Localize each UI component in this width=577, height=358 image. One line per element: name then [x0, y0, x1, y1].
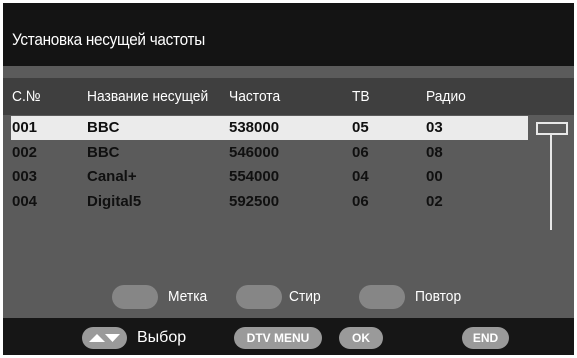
column-header-number: С.№ [12, 88, 41, 105]
dtv-menu-button[interactable]: DTV MENU [234, 327, 322, 349]
row-carrier-name: Digital5 [87, 193, 142, 210]
table-header: С.№ Название несущей Частота ТВ Радио [3, 78, 574, 115]
column-header-frequency: Частота [229, 88, 281, 105]
column-header-tv: ТВ [352, 88, 370, 105]
end-button[interactable]: END [462, 327, 509, 349]
carrier-setup-screen: Установка несущей частоты С.№ Название н… [3, 3, 574, 355]
delete-button-label: Стир [289, 288, 321, 305]
repeat-button-label: Повтор [415, 288, 462, 305]
up-down-arrows-icon [89, 334, 120, 342]
row-radio-count: 03 [426, 119, 443, 136]
row-carrier-name: BBC [87, 119, 120, 136]
select-label: Выбор [137, 329, 187, 346]
page-title: Установка несущей частоты [12, 30, 205, 49]
row-tv-count: 04 [352, 168, 369, 185]
row-tv-count: 06 [352, 193, 369, 210]
row-tv-count: 05 [352, 119, 369, 136]
mark-color-button[interactable] [112, 285, 158, 309]
carrier-table: С.№ Название несущей Частота ТВ Радио 00… [3, 66, 574, 318]
scrollbar-track[interactable] [550, 129, 552, 230]
row-frequency: 538000 [229, 119, 280, 136]
table-row[interactable]: 003 Canal+ 554000 04 00 [3, 165, 574, 189]
row-carrier-name: BBC [87, 144, 120, 161]
row-radio-count: 02 [426, 193, 443, 210]
row-radio-count: 00 [426, 168, 443, 185]
footer-bar: Выбор DTV MENU OK END [3, 318, 574, 355]
row-number: 002 [12, 144, 38, 161]
row-number: 003 [12, 168, 38, 185]
table-row[interactable]: 002 BBC 546000 06 08 [3, 141, 574, 165]
repeat-color-button[interactable] [359, 285, 405, 309]
title-bar: Установка несущей частоты [3, 3, 574, 66]
table-row-selected[interactable]: 001 BBC 538000 05 03 [11, 116, 528, 140]
row-number: 004 [12, 193, 38, 210]
mark-button-label: Метка [168, 288, 208, 305]
scrollbar-thumb[interactable] [536, 122, 568, 135]
row-frequency: 554000 [229, 168, 280, 185]
delete-color-button[interactable] [236, 285, 282, 309]
ok-button[interactable]: OK [339, 327, 383, 349]
row-carrier-name: Canal+ [87, 168, 137, 185]
row-radio-count: 08 [426, 144, 443, 161]
column-header-name: Название несущей [87, 88, 209, 105]
row-frequency: 592500 [229, 193, 280, 210]
row-tv-count: 06 [352, 144, 369, 161]
row-frequency: 546000 [229, 144, 280, 161]
up-down-button[interactable] [82, 327, 127, 349]
table-row[interactable]: 004 Digital5 592500 06 02 [3, 190, 574, 214]
row-number: 001 [12, 119, 38, 136]
column-header-radio: Радио [426, 88, 466, 105]
